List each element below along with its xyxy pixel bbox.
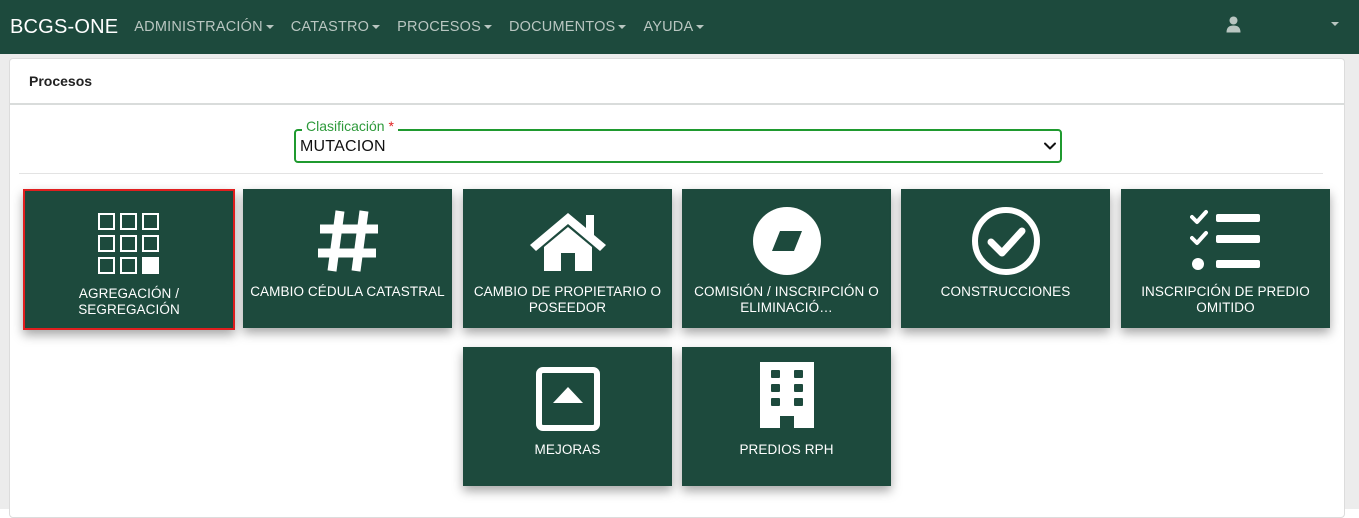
divider — [19, 173, 1323, 174]
chevron-down-icon — [1044, 142, 1056, 150]
caret-down-icon — [696, 25, 705, 29]
tile-inscripcion-predio-omitido[interactable]: INSCRIPCIÓN DE PREDIO OMITIDO — [1121, 189, 1330, 328]
tile-label: CAMBIO DE PROPIETARIO O POSEEDOR — [473, 284, 662, 315]
menu-catastro[interactable]: CATASTRO — [290, 19, 381, 35]
tile-mejoras[interactable]: MEJORAS — [463, 347, 672, 486]
menu-ayuda[interactable]: AYUDA — [643, 19, 705, 35]
user-menu-caret-icon[interactable] — [1331, 22, 1339, 26]
tile-cambio-cedula-catastral[interactable]: CAMBIO CÉDULA CATASTRAL — [243, 189, 452, 328]
user-icon — [1226, 16, 1241, 33]
hash-icon — [243, 207, 452, 275]
tile-label: COMISIÓN / INSCRIPCIÓN O ELIMINACIÓ… — [694, 284, 879, 315]
check-circle-icon — [901, 207, 1110, 275]
menu-administracion[interactable]: ADMINISTRACIÓN — [134, 19, 274, 35]
tile-label: INSCRIPCIÓN DE PREDIO OMITIDO — [1141, 284, 1310, 315]
required-mark: * — [388, 118, 394, 134]
grid-icon — [25, 210, 233, 278]
brand-logo[interactable]: BCGS-ONE — [10, 16, 118, 39]
building-icon — [682, 361, 891, 429]
tile-comision-inscripcion[interactable]: COMISIÓN / INSCRIPCIÓN O ELIMINACIÓ… — [682, 189, 891, 328]
tile-agregacion-segregacion[interactable]: AGREGACIÓN / SEGREGACIÓN — [23, 189, 235, 330]
tile-cambio-propietario[interactable]: CAMBIO DE PROPIETARIO O POSEEDOR — [463, 189, 672, 328]
clasificacion-label: Clasificación * — [302, 118, 398, 134]
tile-construcciones[interactable]: CONSTRUCCIONES — [901, 189, 1110, 328]
caret-down-icon — [618, 25, 627, 29]
menu-label: DOCUMENTOS — [508, 19, 616, 35]
menu-documentos[interactable]: DOCUMENTOS — [508, 19, 627, 35]
tile-label: PREDIOS RPH — [739, 442, 834, 457]
parallelogram-circle-icon — [682, 207, 891, 275]
menu-label: PROCESOS — [397, 19, 481, 35]
card-title: Procesos — [10, 59, 1344, 105]
checklist-icon — [1121, 207, 1330, 275]
main-menu: ADMINISTRACIÓN CATASTRO PROCESOS DOCUMEN… — [134, 19, 721, 35]
tile-label: MEJORAS — [534, 442, 601, 457]
tile-label: AGREGACIÓN / SEGREGACIÓN — [78, 286, 180, 317]
tile-predios-rph[interactable]: PREDIOS RPH — [682, 347, 891, 486]
home-icon — [463, 207, 672, 275]
menu-label: CATASTRO — [290, 19, 370, 35]
tile-label: CONSTRUCCIONES — [940, 284, 1071, 299]
caret-down-icon — [483, 25, 492, 29]
caret-down-icon — [372, 25, 381, 29]
clasificacion-select[interactable]: Clasificación * MUTACION — [294, 118, 1062, 163]
clasificacion-value: MUTACION — [300, 138, 386, 155]
menu-label: AYUDA — [643, 19, 694, 35]
menu-procesos[interactable]: PROCESOS — [397, 19, 492, 35]
eject-box-icon — [463, 365, 672, 433]
caret-down-icon — [265, 25, 274, 29]
menu-label: ADMINISTRACIÓN — [134, 19, 263, 35]
tile-label: CAMBIO CÉDULA CATASTRAL — [250, 284, 445, 299]
user-menu[interactable] — [1226, 16, 1241, 33]
top-navbar: BCGS-ONE ADMINISTRACIÓN CATASTRO PROCESO… — [0, 0, 1359, 54]
